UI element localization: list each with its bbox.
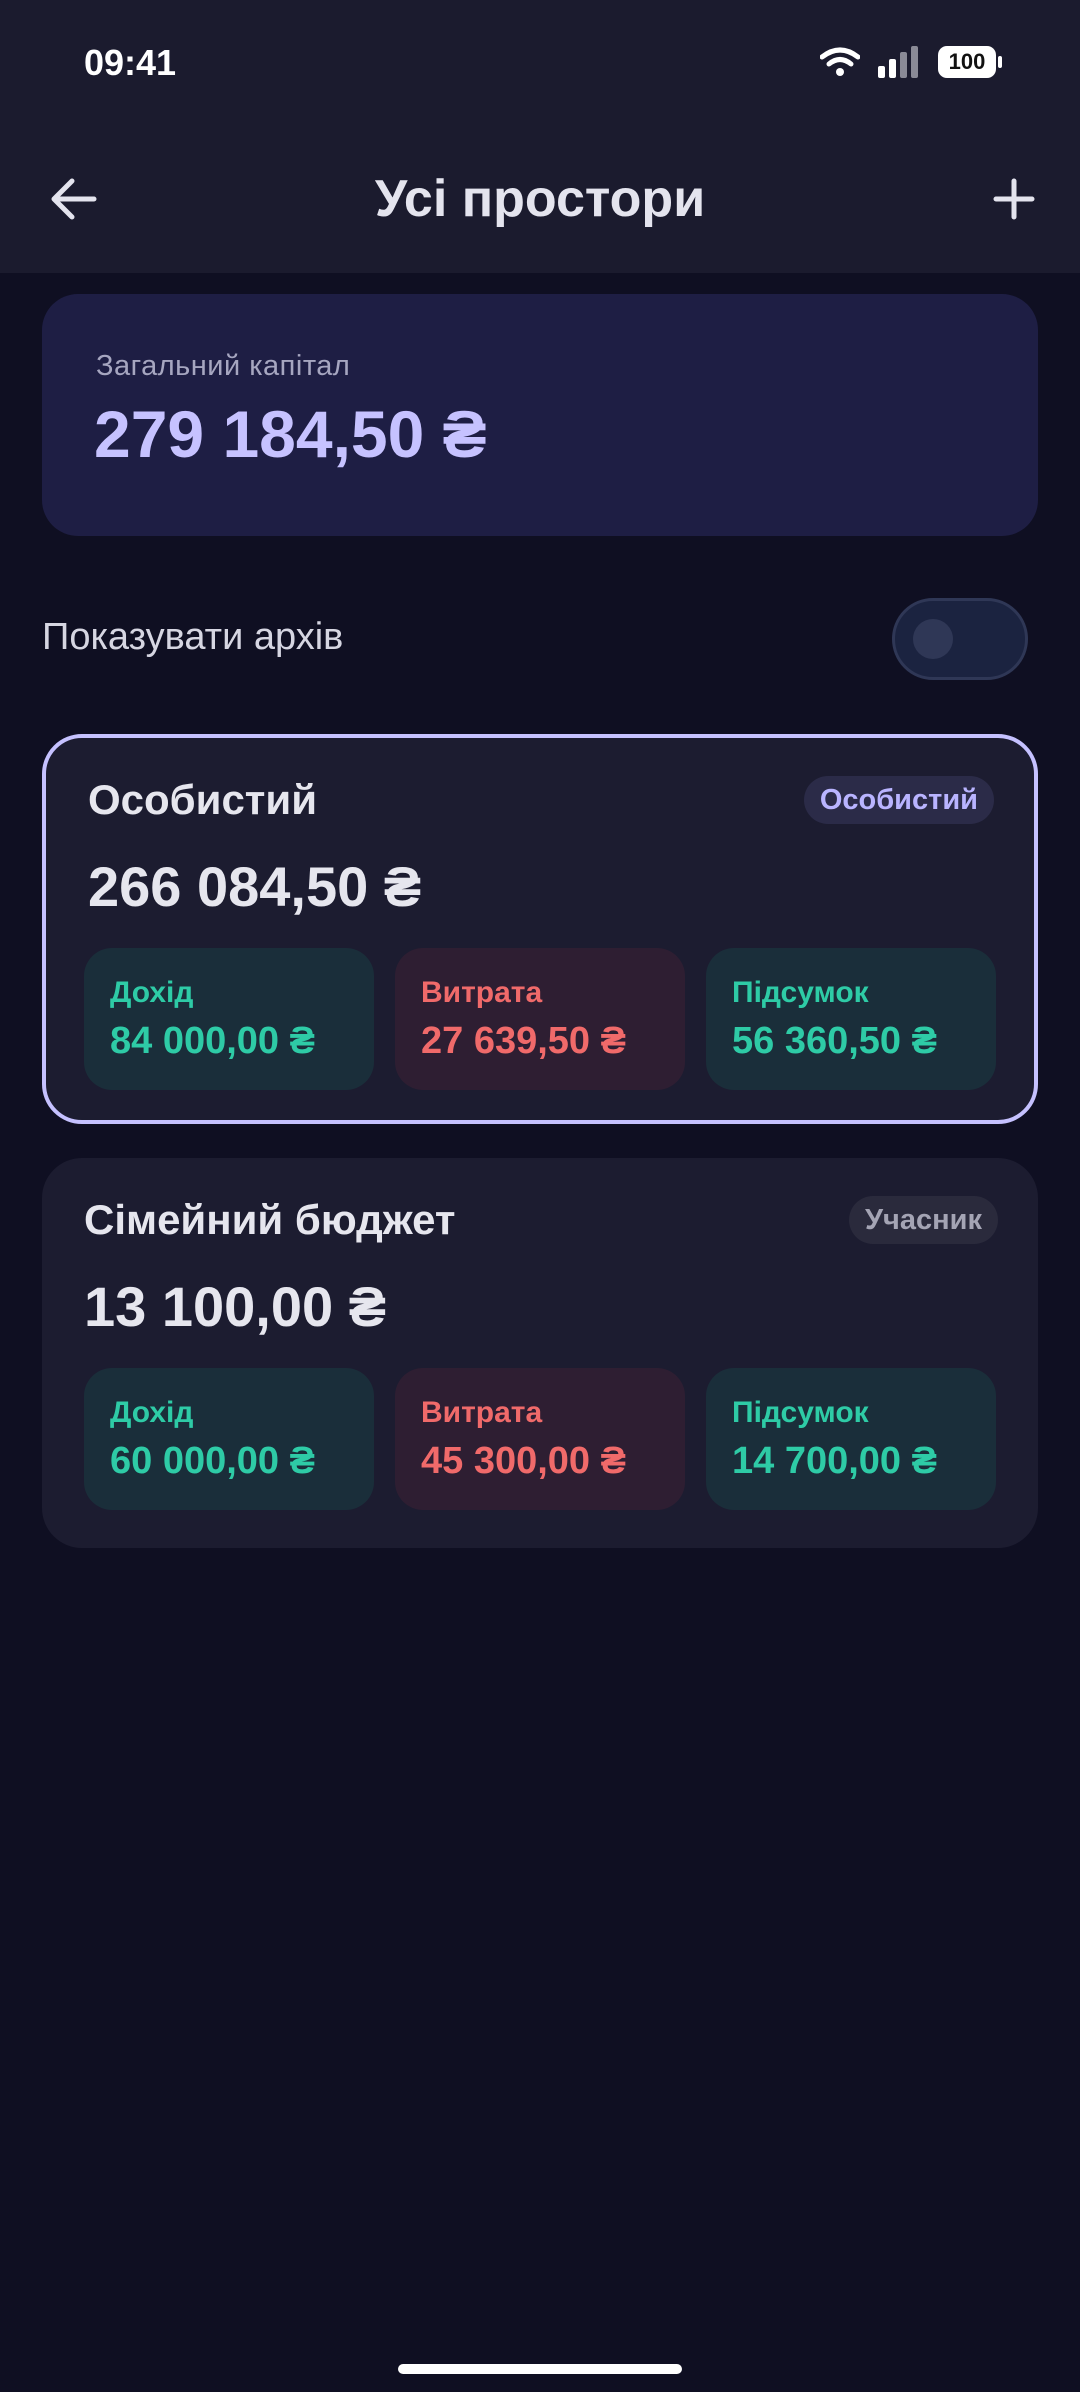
income-value: 60 000,00 ₴ <box>110 1440 315 1482</box>
expense-stat: Витрата 27 639,50 ₴ <box>395 948 685 1090</box>
app-bar: 09:41 100 Усі простори <box>0 0 1080 273</box>
toggle-knob <box>913 619 953 659</box>
space-card-family-budget[interactable]: Сімейний бюджет Учасник 13 100,00 ₴ Дохі… <box>42 1158 1038 1548</box>
income-label: Дохід <box>110 1396 194 1429</box>
add-space-button[interactable] <box>982 164 1046 234</box>
balance-value: 56 360,50 ₴ <box>732 1020 937 1062</box>
total-capital-card: Загальний капітал 279 184,50 ₴ <box>42 294 1038 536</box>
balance-stat: Підсумок 56 360,50 ₴ <box>706 948 996 1090</box>
battery-icon: 100 <box>938 46 1002 78</box>
expense-stat: Витрата 45 300,00 ₴ <box>395 1368 685 1510</box>
income-stat: Дохід 84 000,00 ₴ <box>84 948 374 1090</box>
expense-value: 45 300,00 ₴ <box>421 1440 626 1482</box>
expense-label: Витрата <box>421 976 543 1009</box>
signal-icon <box>878 46 918 78</box>
income-value: 84 000,00 ₴ <box>110 1020 315 1062</box>
balance-label: Підсумок <box>732 1396 869 1429</box>
show-archive-label: Показувати архів <box>42 616 344 658</box>
space-total: 266 084,50 ₴ <box>88 855 422 918</box>
space-name: Сімейний бюджет <box>84 1196 456 1243</box>
balance-value: 14 700,00 ₴ <box>732 1440 937 1482</box>
total-capital-value: 279 184,50 ₴ <box>94 397 487 471</box>
income-label: Дохід <box>110 976 194 1009</box>
expense-value: 27 639,50 ₴ <box>421 1020 626 1062</box>
show-archive-toggle[interactable] <box>892 598 1028 680</box>
space-name: Особистий <box>88 776 318 823</box>
income-stat: Дохід 60 000,00 ₴ <box>84 1368 374 1510</box>
show-archive-row: Показувати архів <box>42 594 1038 684</box>
space-role-badge: Особистий <box>803 776 994 824</box>
wifi-icon <box>820 47 860 76</box>
balance-label: Підсумок <box>732 976 869 1009</box>
status-icons: 100 <box>820 42 1002 82</box>
space-card-personal[interactable]: Особистий Особистий 266 084,50 ₴ Дохід 8… <box>42 734 1038 1124</box>
plus-icon <box>993 178 1035 220</box>
space-total: 13 100,00 ₴ <box>84 1275 387 1338</box>
balance-stat: Підсумок 14 700,00 ₴ <box>706 1368 996 1510</box>
page-title: Усі простори <box>374 170 706 228</box>
space-role-badge: Учасник <box>849 1196 998 1244</box>
home-indicator[interactable] <box>398 2364 682 2374</box>
total-capital-label: Загальний капітал <box>96 350 351 382</box>
expense-label: Витрата <box>421 1396 543 1429</box>
status-time: 09:41 <box>84 42 177 83</box>
